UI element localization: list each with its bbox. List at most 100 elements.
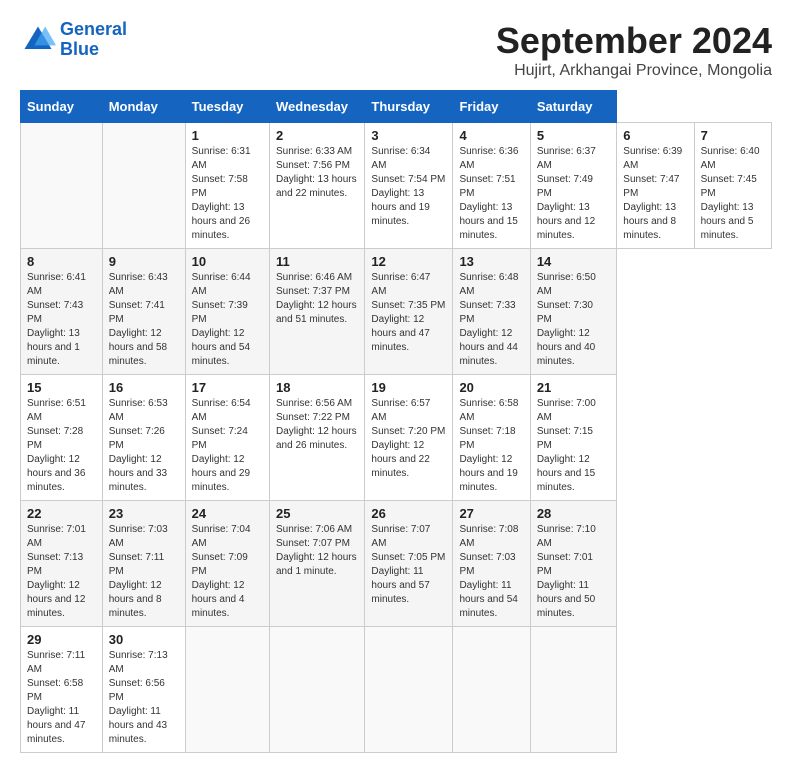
day-number: 14 xyxy=(537,254,610,269)
calendar-cell xyxy=(530,627,616,753)
day-detail: Sunrise: 7:07 AMSunset: 7:05 PMDaylight:… xyxy=(371,524,445,605)
calendar-cell: 20 Sunrise: 6:58 AMSunset: 7:18 PMDaylig… xyxy=(453,375,530,501)
day-number: 20 xyxy=(459,380,523,395)
day-detail: Sunrise: 6:37 AMSunset: 7:49 PMDaylight:… xyxy=(537,146,596,241)
day-number: 29 xyxy=(27,632,96,647)
day-detail: Sunrise: 7:11 AMSunset: 6:58 PMDaylight:… xyxy=(27,650,85,745)
day-number: 26 xyxy=(371,506,446,521)
calendar-cell: 2 Sunrise: 6:33 AMSunset: 7:56 PMDayligh… xyxy=(269,123,364,249)
day-detail: Sunrise: 6:48 AMSunset: 7:33 PMDaylight:… xyxy=(459,272,518,367)
calendar-cell: 15 Sunrise: 6:51 AMSunset: 7:28 PMDaylig… xyxy=(21,375,103,501)
day-detail: Sunrise: 7:03 AMSunset: 7:11 PMDaylight:… xyxy=(109,524,168,619)
calendar-cell: 10 Sunrise: 6:44 AMSunset: 7:39 PMDaylig… xyxy=(185,249,269,375)
calendar-cell xyxy=(269,627,364,753)
day-number: 5 xyxy=(537,128,610,143)
day-number: 24 xyxy=(192,506,263,521)
day-number: 8 xyxy=(27,254,96,269)
day-detail: Sunrise: 6:53 AMSunset: 7:26 PMDaylight:… xyxy=(109,398,168,493)
day-detail: Sunrise: 6:36 AMSunset: 7:51 PMDaylight:… xyxy=(459,146,518,241)
day-number: 2 xyxy=(276,128,358,143)
day-detail: Sunrise: 6:34 AMSunset: 7:54 PMDaylight:… xyxy=(371,146,445,227)
day-detail: Sunrise: 6:44 AMSunset: 7:39 PMDaylight:… xyxy=(192,272,251,367)
day-number: 30 xyxy=(109,632,179,647)
day-detail: Sunrise: 7:04 AMSunset: 7:09 PMDaylight:… xyxy=(192,524,251,619)
weekday-header: Tuesday xyxy=(185,91,269,123)
calendar-cell: 23 Sunrise: 7:03 AMSunset: 7:11 PMDaylig… xyxy=(102,501,185,627)
calendar-table: SundayMondayTuesdayWednesdayThursdayFrid… xyxy=(20,90,772,753)
page-header: General Blue September 2024 Hujirt, Arkh… xyxy=(20,20,772,80)
day-number: 12 xyxy=(371,254,446,269)
calendar-cell: 17 Sunrise: 6:54 AMSunset: 7:24 PMDaylig… xyxy=(185,375,269,501)
calendar-cell: 1 Sunrise: 6:31 AMSunset: 7:58 PMDayligh… xyxy=(185,123,269,249)
day-detail: Sunrise: 6:47 AMSunset: 7:35 PMDaylight:… xyxy=(371,272,445,353)
calendar-body: 1 Sunrise: 6:31 AMSunset: 7:58 PMDayligh… xyxy=(21,123,772,753)
day-detail: Sunrise: 6:41 AMSunset: 7:43 PMDaylight:… xyxy=(27,272,86,367)
logo: General Blue xyxy=(20,20,127,60)
logo-icon xyxy=(20,22,56,58)
calendar-cell: 22 Sunrise: 7:01 AMSunset: 7:13 PMDaylig… xyxy=(21,501,103,627)
day-detail: Sunrise: 6:57 AMSunset: 7:20 PMDaylight:… xyxy=(371,398,445,479)
day-detail: Sunrise: 6:40 AMSunset: 7:45 PMDaylight:… xyxy=(701,146,760,241)
day-number: 13 xyxy=(459,254,523,269)
calendar-cell xyxy=(102,123,185,249)
day-number: 15 xyxy=(27,380,96,395)
calendar-cell: 21 Sunrise: 7:00 AMSunset: 7:15 PMDaylig… xyxy=(530,375,616,501)
day-number: 19 xyxy=(371,380,446,395)
weekday-row: SundayMondayTuesdayWednesdayThursdayFrid… xyxy=(21,91,772,123)
calendar-cell: 14 Sunrise: 6:50 AMSunset: 7:30 PMDaylig… xyxy=(530,249,616,375)
calendar-cell: 11 Sunrise: 6:46 AMSunset: 7:37 PMDaylig… xyxy=(269,249,364,375)
day-detail: Sunrise: 7:06 AMSunset: 7:07 PMDaylight:… xyxy=(276,524,357,577)
calendar-cell: 9 Sunrise: 6:43 AMSunset: 7:41 PMDayligh… xyxy=(102,249,185,375)
calendar-header: SundayMondayTuesdayWednesdayThursdayFrid… xyxy=(21,91,772,123)
day-number: 23 xyxy=(109,506,179,521)
calendar-cell: 3 Sunrise: 6:34 AMSunset: 7:54 PMDayligh… xyxy=(365,123,453,249)
calendar-cell: 29 Sunrise: 7:11 AMSunset: 6:58 PMDaylig… xyxy=(21,627,103,753)
title-area: September 2024 Hujirt, Arkhangai Provinc… xyxy=(496,20,772,80)
day-detail: Sunrise: 6:56 AMSunset: 7:22 PMDaylight:… xyxy=(276,398,357,451)
calendar-cell: 7 Sunrise: 6:40 AMSunset: 7:45 PMDayligh… xyxy=(694,123,771,249)
calendar-cell: 28 Sunrise: 7:10 AMSunset: 7:01 PMDaylig… xyxy=(530,501,616,627)
calendar-cell: 19 Sunrise: 6:57 AMSunset: 7:20 PMDaylig… xyxy=(365,375,453,501)
calendar-cell: 16 Sunrise: 6:53 AMSunset: 7:26 PMDaylig… xyxy=(102,375,185,501)
day-detail: Sunrise: 6:51 AMSunset: 7:28 PMDaylight:… xyxy=(27,398,86,493)
day-number: 1 xyxy=(192,128,263,143)
weekday-header: Wednesday xyxy=(269,91,364,123)
day-number: 17 xyxy=(192,380,263,395)
calendar-cell: 5 Sunrise: 6:37 AMSunset: 7:49 PMDayligh… xyxy=(530,123,616,249)
day-detail: Sunrise: 6:46 AMSunset: 7:37 PMDaylight:… xyxy=(276,272,357,325)
location: Hujirt, Arkhangai Province, Mongolia xyxy=(496,62,772,80)
weekday-header: Monday xyxy=(102,91,185,123)
calendar-week-row: 22 Sunrise: 7:01 AMSunset: 7:13 PMDaylig… xyxy=(21,501,772,627)
day-number: 9 xyxy=(109,254,179,269)
calendar-cell xyxy=(21,123,103,249)
day-detail: Sunrise: 7:10 AMSunset: 7:01 PMDaylight:… xyxy=(537,524,596,619)
day-detail: Sunrise: 7:13 AMSunset: 6:56 PMDaylight:… xyxy=(109,650,168,745)
day-number: 27 xyxy=(459,506,523,521)
calendar-week-row: 15 Sunrise: 6:51 AMSunset: 7:28 PMDaylig… xyxy=(21,375,772,501)
calendar-cell: 12 Sunrise: 6:47 AMSunset: 7:35 PMDaylig… xyxy=(365,249,453,375)
calendar-cell: 24 Sunrise: 7:04 AMSunset: 7:09 PMDaylig… xyxy=(185,501,269,627)
calendar-cell: 26 Sunrise: 7:07 AMSunset: 7:05 PMDaylig… xyxy=(365,501,453,627)
weekday-header: Sunday xyxy=(21,91,103,123)
calendar-cell: 18 Sunrise: 6:56 AMSunset: 7:22 PMDaylig… xyxy=(269,375,364,501)
day-detail: Sunrise: 7:01 AMSunset: 7:13 PMDaylight:… xyxy=(27,524,86,619)
weekday-header: Friday xyxy=(453,91,530,123)
day-number: 18 xyxy=(276,380,358,395)
day-detail: Sunrise: 6:43 AMSunset: 7:41 PMDaylight:… xyxy=(109,272,168,367)
weekday-header: Saturday xyxy=(530,91,616,123)
day-number: 10 xyxy=(192,254,263,269)
day-number: 7 xyxy=(701,128,765,143)
day-number: 4 xyxy=(459,128,523,143)
calendar-cell: 27 Sunrise: 7:08 AMSunset: 7:03 PMDaylig… xyxy=(453,501,530,627)
day-number: 6 xyxy=(623,128,687,143)
calendar-cell: 4 Sunrise: 6:36 AMSunset: 7:51 PMDayligh… xyxy=(453,123,530,249)
calendar-cell: 30 Sunrise: 7:13 AMSunset: 6:56 PMDaylig… xyxy=(102,627,185,753)
day-detail: Sunrise: 7:08 AMSunset: 7:03 PMDaylight:… xyxy=(459,524,518,619)
day-detail: Sunrise: 6:33 AMSunset: 7:56 PMDaylight:… xyxy=(276,146,357,199)
calendar-week-row: 1 Sunrise: 6:31 AMSunset: 7:58 PMDayligh… xyxy=(21,123,772,249)
day-number: 16 xyxy=(109,380,179,395)
calendar-cell: 25 Sunrise: 7:06 AMSunset: 7:07 PMDaylig… xyxy=(269,501,364,627)
day-number: 28 xyxy=(537,506,610,521)
day-detail: Sunrise: 7:00 AMSunset: 7:15 PMDaylight:… xyxy=(537,398,596,493)
month-title: September 2024 xyxy=(496,20,772,62)
